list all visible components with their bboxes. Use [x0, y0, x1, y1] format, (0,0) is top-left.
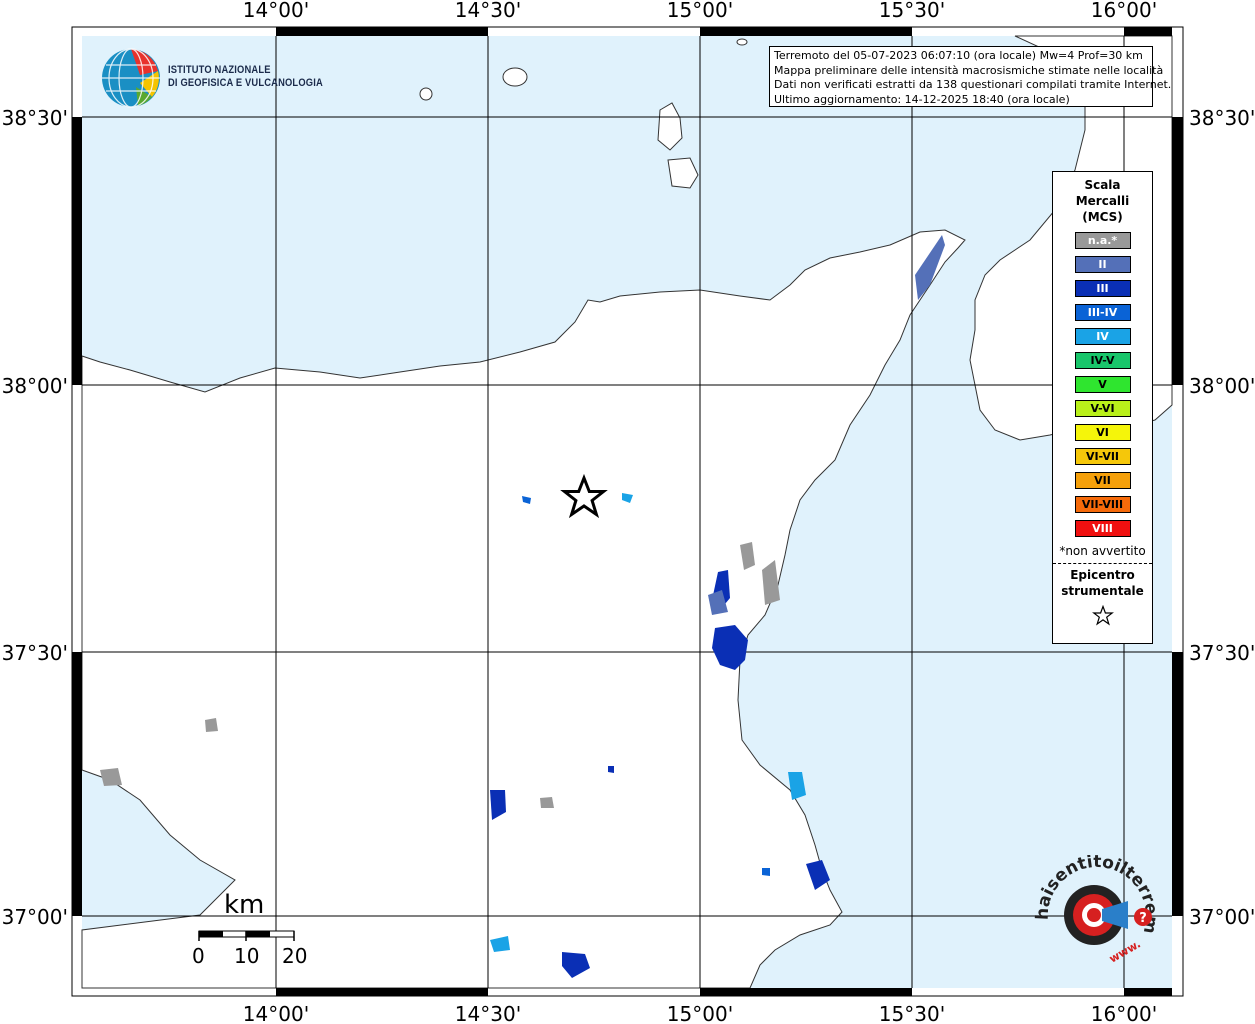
legend-item: V-VI	[1074, 400, 1131, 417]
legend-item: VII-VIII	[1074, 496, 1131, 513]
legend-item: III	[1074, 280, 1131, 297]
scale-tick-label: 0	[192, 944, 205, 968]
scale-tick-label: 20	[282, 944, 308, 968]
lon-label: 15°00'	[667, 1002, 733, 1024]
lon-labels-bottom: 14°00' 14°30' 15°00' 15°30' 16°00'	[243, 1002, 1157, 1024]
legend-item: VI-VII	[1074, 448, 1131, 465]
scale-tick-label: 10	[234, 944, 260, 968]
lat-label: 38°00'	[1189, 374, 1255, 398]
legend-separator	[1053, 563, 1152, 564]
lon-label: 14°30'	[455, 1002, 521, 1024]
legend-item: IV	[1074, 328, 1131, 345]
lat-label: 37°00'	[2, 905, 68, 929]
legend-epicenter-label: Epicentro strumentale	[1053, 567, 1152, 599]
island-alicudi	[419, 87, 433, 101]
locality-iii	[608, 766, 614, 773]
legend-item: III-IV	[1074, 304, 1131, 321]
legend-epicenter-line: strumentale	[1061, 584, 1144, 598]
ingv-name-line1: ISTITUTO NAZIONALE	[168, 64, 271, 76]
lat-label: 37°30'	[1189, 641, 1255, 665]
lon-label: 15°00'	[667, 0, 733, 22]
legend-item: n.a.*	[1074, 232, 1131, 249]
legend-item: II	[1074, 256, 1131, 273]
island-panarea	[736, 38, 748, 46]
legend-item: IV-V	[1074, 352, 1131, 369]
legend-title-line: Mercalli	[1075, 194, 1130, 208]
ingv-name: ISTITUTO NAZIONALE DI GEOFISICA E VULCAN…	[168, 64, 323, 90]
lon-label: 14°00'	[243, 1002, 309, 1024]
locality-iii-iv	[762, 868, 770, 876]
event-info-box: Terremoto del 05-07-2023 06:07:10 (ora l…	[769, 46, 1172, 107]
lon-label: 14°00'	[243, 0, 309, 22]
legend-title-line: Scala	[1084, 178, 1121, 192]
legend-title: Scala Mercalli (MCS)	[1053, 177, 1152, 225]
event-info-line: Dati non verificati estratti da 138 ques…	[774, 78, 1172, 91]
www-prefix: www.	[1107, 937, 1143, 965]
lat-label: 37°00'	[1189, 905, 1255, 929]
event-info-line: Terremoto del 05-07-2023 06:07:10 (ora l…	[774, 49, 1143, 62]
ingv-name-line2: DI GEOFISICA E VULCANOLOGIA	[168, 77, 323, 89]
legend-note: *non avvertito	[1059, 544, 1146, 558]
lat-label: 37°30'	[2, 641, 68, 665]
lon-label: 15°30'	[879, 0, 945, 22]
lat-label: 38°30'	[1189, 106, 1255, 130]
locality-na	[205, 718, 218, 732]
lon-label: 14°30'	[455, 0, 521, 22]
lat-labels-left: 38°30' 38°00' 37°30' 37°00'	[2, 106, 68, 929]
lat-label: 38°00'	[2, 374, 68, 398]
legend-star-icon	[1053, 604, 1152, 631]
map-area	[81, 35, 1173, 989]
lat-labels-right: 38°30' 38°00' 37°30' 37°00'	[1189, 106, 1255, 929]
legend-item: VII	[1074, 472, 1131, 489]
legend-title-line: (MCS)	[1082, 210, 1123, 224]
event-info-line: Ultimo aggiornamento: 14-12-2025 18:40 (…	[774, 92, 1070, 106]
locality-na	[540, 797, 554, 808]
ingv-globe-logo	[102, 48, 160, 108]
question-icon: ?	[1139, 911, 1147, 926]
event-info-line: Mappa preliminare delle intensità macros…	[774, 63, 1164, 77]
scale-unit: km	[224, 890, 265, 920]
haisentito-logo: haisentitoilterremoto.it ? www.	[1032, 855, 1161, 966]
lon-label: 16°00'	[1091, 0, 1157, 22]
legend-item: VIII	[1074, 520, 1131, 537]
island-salina	[502, 67, 528, 87]
legend-item: VI	[1074, 424, 1131, 441]
lon-label: 15°30'	[879, 1002, 945, 1024]
lon-labels-top: 14°00' 14°30' 15°00' 15°30' 16°00'	[243, 0, 1157, 22]
legend-epicenter-line: Epicentro	[1070, 568, 1135, 582]
lon-label: 16°00'	[1091, 1002, 1157, 1024]
lat-label: 38°30'	[2, 106, 68, 130]
mcs-legend: Scala Mercalli (MCS) n.a.* II III III-IV IV I…	[1052, 171, 1153, 644]
legend-item: V	[1074, 376, 1131, 393]
legend-items: n.a.* II III III-IV IV IV-V V V-VI VI VI-VII VII VI…	[1053, 232, 1152, 537]
